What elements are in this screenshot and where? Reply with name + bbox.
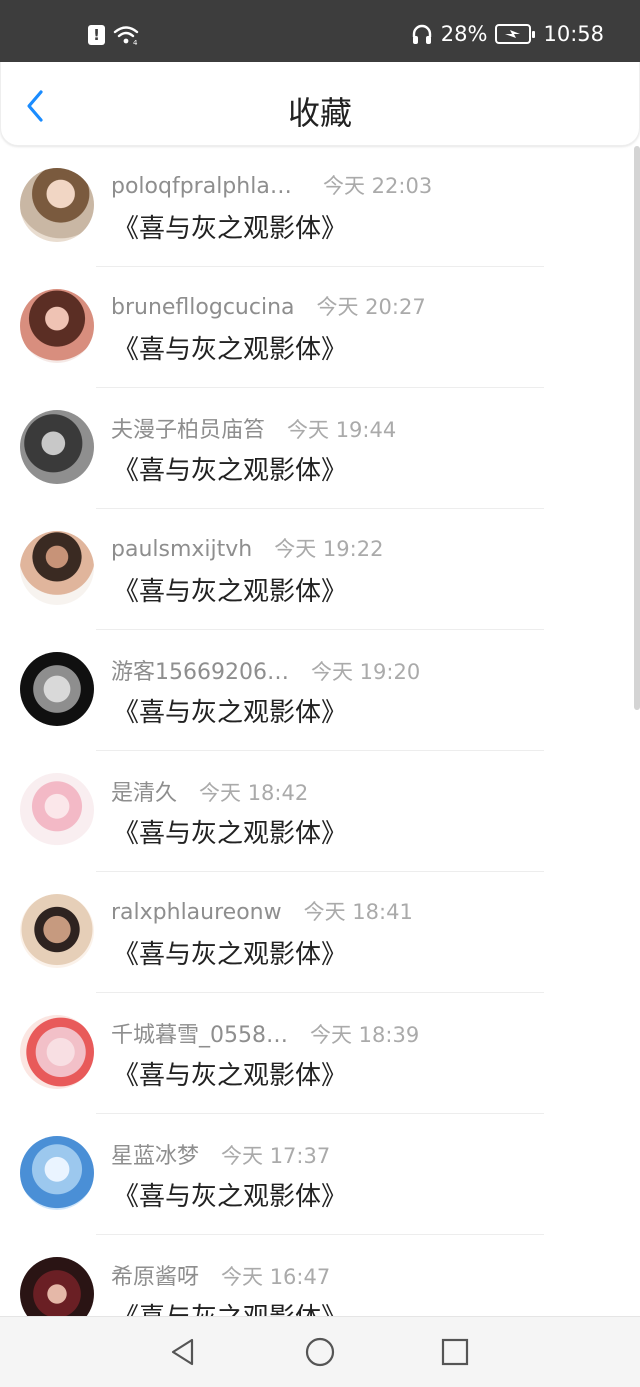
username[interactable]: 千城暮雪_0558…	[111, 1017, 288, 1049]
list-item[interactable]: 游客15669206… 今天 19:20 《喜与灰之观影体》	[0, 630, 640, 751]
list-item[interactable]: 夫漫子柏员庙笞 今天 19:44 《喜与灰之观影体》	[0, 388, 640, 509]
username[interactable]: 夫漫子柏员庙笞	[111, 412, 265, 444]
list-item[interactable]: ralxphlaureonw 今天 18:41 《喜与灰之观影体》	[0, 872, 640, 993]
list-item[interactable]: 千城暮雪_0558… 今天 18:39 《喜与灰之观影体》	[0, 993, 640, 1114]
back-triangle-icon	[171, 1338, 194, 1366]
list-item[interactable]: brunefllogcucina 今天 20:27 《喜与灰之观影体》	[0, 267, 640, 388]
movie-title[interactable]: 《喜与灰之观影体》	[113, 329, 347, 366]
avatar[interactable]	[20, 289, 94, 363]
timestamp: 今天 18:42	[199, 781, 309, 805]
avatar[interactable]	[20, 168, 94, 242]
list-item[interactable]: 星蓝冰梦 今天 17:37 《喜与灰之观影体》	[0, 1114, 640, 1235]
list-item[interactable]: 是清久 今天 18:42 《喜与灰之观影体》	[0, 751, 640, 872]
item-meta: 夫漫子柏员庙笞 今天 19:44	[111, 412, 396, 444]
item-meta: brunefllogcucina 今天 20:27	[111, 291, 426, 321]
avatar[interactable]	[20, 1015, 94, 1089]
clock: 10:58	[543, 22, 604, 46]
status-left-icons: ! 4	[88, 24, 141, 46]
avatar[interactable]	[20, 773, 94, 847]
status-bar: ! 4 28% 10:58	[0, 0, 640, 62]
avatar[interactable]	[20, 410, 94, 484]
item-meta: 游客15669206… 今天 19:20	[111, 654, 420, 686]
item-meta: 是清久 今天 18:42	[111, 775, 308, 807]
page-title: 收藏	[287, 94, 352, 132]
timestamp: 今天 19:44	[287, 418, 397, 442]
timestamp: 今天 16:47	[221, 1265, 331, 1289]
item-meta: ralxphlaureonw 今天 18:41	[111, 896, 413, 926]
timestamp: 今天 20:27	[316, 295, 426, 319]
scrollbar[interactable]	[634, 146, 640, 710]
username[interactable]: poloqfpralphlauren	[111, 174, 301, 199]
svg-text:4: 4	[133, 39, 138, 46]
list-item[interactable]: paulsmxijtvh 今天 19:22 《喜与灰之观影体》	[0, 509, 640, 630]
alert-icon: !	[88, 25, 105, 45]
movie-title[interactable]: 《喜与灰之观影体》	[113, 571, 347, 608]
status-right: 28% 10:58	[411, 22, 604, 46]
battery-charging-icon	[495, 24, 536, 44]
list-item[interactable]: 希原酱呀 今天 16:47 《喜与灰之观影体》	[0, 1235, 640, 1316]
timestamp: 今天 18:41	[303, 900, 413, 924]
avatar[interactable]	[20, 1136, 94, 1210]
username[interactable]: brunefllogcucina	[111, 295, 295, 320]
username[interactable]: paulsmxijtvh	[111, 537, 252, 562]
page-header: 收藏	[0, 62, 640, 146]
battery-percent: 28%	[440, 22, 488, 46]
nav-home-button[interactable]	[305, 1337, 335, 1367]
system-nav-bar	[0, 1316, 640, 1387]
timestamp: 今天 17:37	[221, 1144, 331, 1168]
movie-title[interactable]: 《喜与灰之观影体》	[113, 450, 347, 487]
list-item[interactable]: poloqfpralphlauren 今天 22:03 《喜与灰之观影体》	[0, 146, 640, 267]
movie-title[interactable]: 《喜与灰之观影体》	[113, 1176, 347, 1213]
username[interactable]: ralxphlaureonw	[111, 900, 282, 925]
movie-title[interactable]: 《喜与灰之观影体》	[113, 1055, 347, 1092]
username[interactable]: 是清久	[111, 775, 177, 807]
item-meta: paulsmxijtvh 今天 19:22	[111, 533, 383, 563]
movie-title[interactable]: 《喜与灰之观影体》	[113, 1297, 347, 1316]
home-circle-icon	[305, 1337, 335, 1367]
movie-title[interactable]: 《喜与灰之观影体》	[113, 813, 347, 850]
item-meta: 千城暮雪_0558… 今天 18:39	[111, 1017, 419, 1049]
movie-title[interactable]: 《喜与灰之观影体》	[113, 934, 347, 971]
movie-title[interactable]: 《喜与灰之观影体》	[113, 208, 347, 245]
item-meta: poloqfpralphlauren 今天 22:03	[111, 170, 432, 200]
avatar[interactable]	[20, 652, 94, 726]
item-meta: 希原酱呀 今天 16:47	[111, 1259, 330, 1291]
avatar[interactable]	[20, 531, 94, 605]
avatar[interactable]	[20, 1257, 94, 1316]
username[interactable]: 希原酱呀	[111, 1259, 199, 1291]
timestamp: 今天 18:39	[310, 1023, 420, 1047]
username[interactable]: 星蓝冰梦	[111, 1138, 199, 1170]
timestamp: 今天 19:22	[274, 537, 384, 561]
headphones-icon	[412, 24, 431, 44]
item-meta: 星蓝冰梦 今天 17:37	[111, 1138, 330, 1170]
movie-title[interactable]: 《喜与灰之观影体》	[113, 692, 347, 729]
timestamp: 今天 19:20	[310, 660, 421, 684]
avatar[interactable]	[20, 894, 94, 968]
nav-back-button[interactable]	[168, 1337, 198, 1367]
nav-recents-button[interactable]	[440, 1337, 470, 1367]
username[interactable]: 游客15669206…	[111, 654, 289, 686]
wifi-icon: 4	[113, 26, 139, 46]
timestamp: 今天 22:03	[323, 174, 433, 198]
recents-square-icon	[441, 1338, 469, 1366]
favorites-list[interactable]: poloqfpralphlauren 今天 22:03 《喜与灰之观影体》 br…	[0, 146, 640, 1316]
